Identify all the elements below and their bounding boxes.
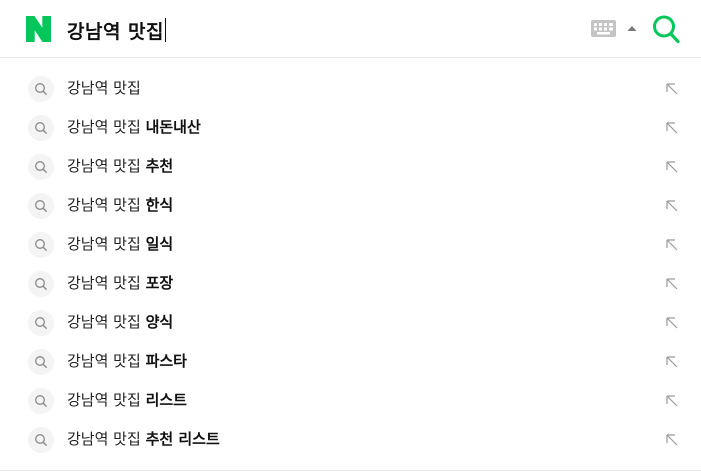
suggestion-label: 강남역 맛집 한식 — [67, 186, 173, 225]
suggestion-suffix: 추천 리스트 — [145, 430, 220, 448]
suggestion-suffix: 일식 — [145, 235, 174, 253]
arrow-up-left-icon[interactable] — [664, 276, 680, 292]
suggestion-prefix: 강남역 맛집 — [67, 157, 141, 175]
panel-bottom-divider — [0, 470, 701, 471]
suggestion-suffix: 한식 — [145, 196, 174, 214]
suggestion-label: 강남역 맛집 — [67, 69, 141, 108]
search-icon — [28, 154, 54, 180]
suggestion-prefix: 강남역 맛집 — [67, 352, 141, 370]
suggestion-prefix: 강남역 맛집 — [67, 118, 141, 136]
suggestion-item[interactable]: 강남역 맛집 — [0, 69, 701, 108]
suggestion-label: 강남역 맛집 양식 — [67, 303, 173, 342]
suggestion-item[interactable]: 강남역 맛집 추천 — [0, 147, 701, 186]
search-autocomplete-panel: 강남역 맛집 강남역 맛집 강남역 맛집 내돈내산 강남역 맛집 추천 강남역 … — [0, 0, 701, 476]
suggestion-label: 강남역 맛집 추천 — [67, 147, 173, 186]
suggestion-label: 강남역 맛집 파스타 — [67, 342, 187, 381]
text-cursor — [165, 18, 167, 42]
suggestion-list: 강남역 맛집 강남역 맛집 내돈내산 강남역 맛집 추천 강남역 맛집 한식 강… — [0, 69, 701, 459]
search-icon — [28, 232, 54, 258]
arrow-up-left-icon[interactable] — [664, 81, 680, 97]
search-icon — [28, 427, 54, 453]
search-icon — [28, 193, 54, 219]
caret-up-icon[interactable] — [625, 22, 639, 34]
suggestion-suffix: 리스트 — [145, 391, 187, 409]
suggestion-suffix: 내돈내산 — [145, 118, 201, 136]
arrow-up-left-icon[interactable] — [664, 393, 680, 409]
search-query-text: 강남역 맛집 — [67, 20, 165, 43]
suggestion-item[interactable]: 강남역 맛집 추천 리스트 — [0, 420, 701, 459]
search-icon — [28, 310, 54, 336]
suggestion-prefix: 강남역 맛집 — [67, 235, 141, 253]
search-icon — [28, 388, 54, 414]
suggestion-prefix: 강남역 맛집 — [67, 79, 141, 97]
arrow-up-left-icon[interactable] — [664, 354, 680, 370]
arrow-up-left-icon[interactable] — [664, 237, 680, 253]
suggestion-label: 강남역 맛집 추천 리스트 — [67, 420, 220, 459]
suggestion-item[interactable]: 강남역 맛집 한식 — [0, 186, 701, 225]
suggestion-suffix: 포장 — [145, 274, 174, 292]
suggestion-prefix: 강남역 맛집 — [67, 430, 141, 448]
arrow-up-left-icon[interactable] — [664, 315, 680, 331]
suggestion-item[interactable]: 강남역 맛집 포장 — [0, 264, 701, 303]
search-input[interactable]: 강남역 맛집 — [67, 14, 167, 46]
search-icon — [28, 349, 54, 375]
suggestion-label: 강남역 맛집 리스트 — [67, 381, 187, 420]
suggestion-item[interactable]: 강남역 맛집 파스타 — [0, 342, 701, 381]
suggestion-item[interactable]: 강남역 맛집 일식 — [0, 225, 701, 264]
arrow-up-left-icon[interactable] — [664, 159, 680, 175]
suggestion-suffix: 파스타 — [145, 352, 187, 370]
arrow-up-left-icon[interactable] — [664, 120, 680, 136]
suggestion-suffix: 양식 — [145, 313, 174, 331]
suggestion-item[interactable]: 강남역 맛집 양식 — [0, 303, 701, 342]
keyboard-icon[interactable] — [591, 20, 616, 37]
search-icon — [28, 76, 54, 102]
search-bar: 강남역 맛집 — [0, 0, 701, 58]
naver-n-logo-icon[interactable] — [26, 16, 51, 42]
suggestion-item[interactable]: 강남역 맛집 내돈내산 — [0, 108, 701, 147]
arrow-up-left-icon[interactable] — [664, 198, 680, 214]
suggestion-prefix: 강남역 맛집 — [67, 274, 141, 292]
search-icon — [28, 271, 54, 297]
suggestion-label: 강남역 맛집 일식 — [67, 225, 173, 264]
arrow-up-left-icon[interactable] — [664, 432, 680, 448]
suggestion-prefix: 강남역 맛집 — [67, 196, 141, 214]
suggestion-suffix: 추천 — [145, 157, 174, 175]
suggestion-label: 강남역 맛집 포장 — [67, 264, 173, 303]
suggestion-label: 강남역 맛집 내돈내산 — [67, 108, 201, 147]
search-magnifier-icon[interactable] — [652, 14, 680, 44]
suggestion-prefix: 강남역 맛집 — [67, 313, 141, 331]
search-icon — [28, 115, 54, 141]
suggestion-prefix: 강남역 맛집 — [67, 391, 141, 409]
suggestion-item[interactable]: 강남역 맛집 리스트 — [0, 381, 701, 420]
